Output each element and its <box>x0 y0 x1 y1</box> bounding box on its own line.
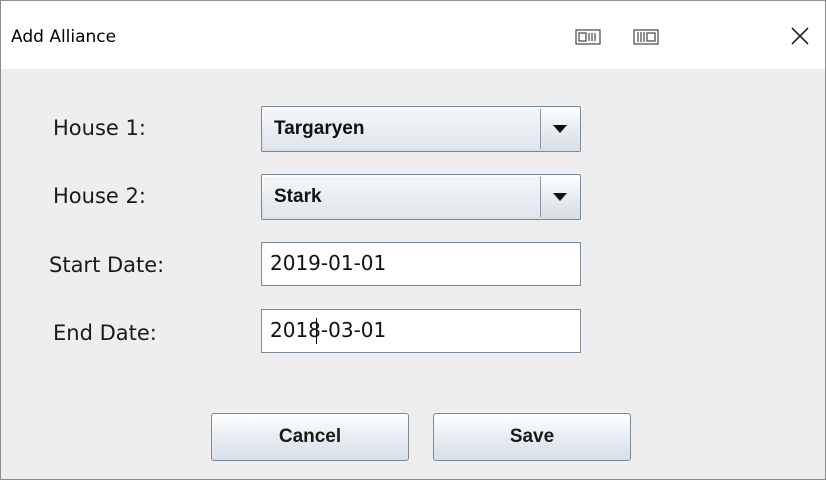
house1-dropdown-arrow[interactable] <box>540 107 580 151</box>
start-date-label: Start Date: <box>49 253 165 277</box>
window-title: Add Alliance <box>11 27 117 47</box>
split-view-icon[interactable] <box>633 29 659 45</box>
house2-dropdown[interactable]: Stark <box>261 174 581 220</box>
cancel-button[interactable]: Cancel <box>211 413 409 461</box>
house2-dropdown-arrow[interactable] <box>540 175 580 219</box>
house2-label: House 2: <box>53 184 146 208</box>
text-cursor <box>316 318 317 344</box>
end-date-field-wrapper <box>261 309 581 353</box>
window-layout-icon[interactable] <box>575 29 601 45</box>
close-icon <box>791 27 809 45</box>
house2-selected-value: Stark <box>274 186 322 207</box>
close-button[interactable] <box>783 21 817 51</box>
end-date-label: End Date: <box>53 321 157 345</box>
start-date-field-wrapper <box>261 242 581 286</box>
house1-dropdown[interactable]: Targaryen <box>261 106 581 152</box>
save-button[interactable]: Save <box>433 413 631 461</box>
title-bar[interactable]: Add Alliance <box>1 1 825 69</box>
add-alliance-dialog: Add Alliance House 1: Targaryen House 2:… <box>0 0 826 480</box>
triangle-down-icon <box>553 125 567 133</box>
house1-selected-value: Targaryen <box>274 118 365 139</box>
triangle-down-icon <box>553 193 567 201</box>
end-date-field[interactable] <box>262 310 570 350</box>
start-date-field[interactable] <box>262 243 570 283</box>
house1-label: House 1: <box>53 116 146 140</box>
